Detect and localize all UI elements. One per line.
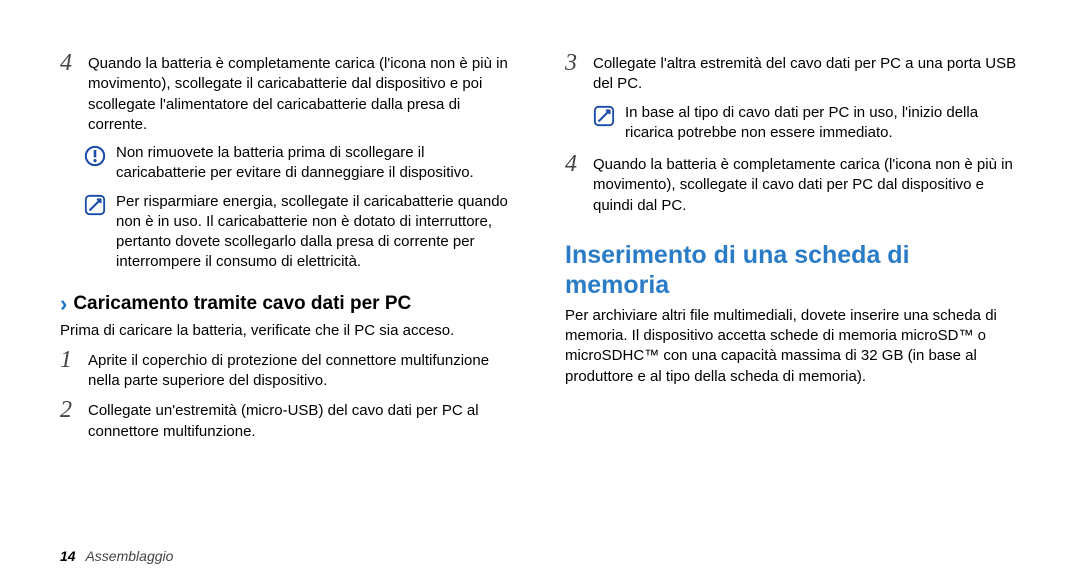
step-number: 4 [565, 151, 593, 216]
tip-note-left: Per risparmiare energia, scollegate il c… [84, 192, 515, 273]
step-4-left: 4 Quando la batteria è completamente car… [60, 50, 515, 135]
page-columns: 4 Quando la batteria è completamente car… [60, 50, 1020, 448]
step-1: 1 Aprite il coperchio di protezione del … [60, 347, 515, 392]
section-heading: Inserimento di una scheda di memoria [565, 240, 1020, 300]
step-4-right: 4 Quando la batteria è completamente car… [565, 151, 1020, 216]
chevron-icon: › [60, 291, 67, 317]
step-number: 3 [565, 50, 593, 95]
step-text: Collegate un'estremità (micro-USB) del c… [88, 397, 515, 442]
footer-section: Assemblaggio [85, 548, 173, 564]
section-body: Per archiviare altri file multimediali, … [565, 306, 1020, 387]
step-number: 2 [60, 397, 88, 442]
step-text: Quando la batteria è completamente caric… [593, 151, 1020, 216]
note-icon [593, 105, 615, 127]
step-text: Collegate l'altra estremità del cavo dat… [593, 50, 1020, 95]
step-number: 1 [60, 347, 88, 392]
step-number: 4 [60, 50, 88, 135]
right-column: 3 Collegate l'altra estremità del cavo d… [565, 50, 1020, 448]
step-text: Aprite il coperchio di protezione del co… [88, 347, 515, 392]
warning-note: Non rimuovete la batteria prima di scoll… [84, 143, 515, 184]
intro-text: Prima di caricare la batteria, verificat… [60, 321, 515, 341]
page-number: 14 [60, 548, 76, 564]
note-icon [84, 194, 106, 216]
tip-note-right: In base al tipo di cavo dati per PC in u… [593, 103, 1020, 144]
left-column: 4 Quando la batteria è completamente car… [60, 50, 515, 448]
subheading-charging-pc: › Caricamento tramite cavo dati per PC [60, 291, 515, 317]
subheading-text: Caricamento tramite cavo dati per PC [73, 293, 411, 315]
warning-icon [84, 145, 106, 167]
tip-text: Per risparmiare energia, scollegate il c… [116, 192, 515, 273]
step-3: 3 Collegate l'altra estremità del cavo d… [565, 50, 1020, 95]
step-2: 2 Collegate un'estremità (micro-USB) del… [60, 397, 515, 442]
page-footer: 14 Assemblaggio [60, 548, 173, 564]
step-text: Quando la batteria è completamente caric… [88, 50, 515, 135]
warning-text: Non rimuovete la batteria prima di scoll… [116, 143, 515, 184]
tip-text: In base al tipo di cavo dati per PC in u… [625, 103, 1020, 144]
